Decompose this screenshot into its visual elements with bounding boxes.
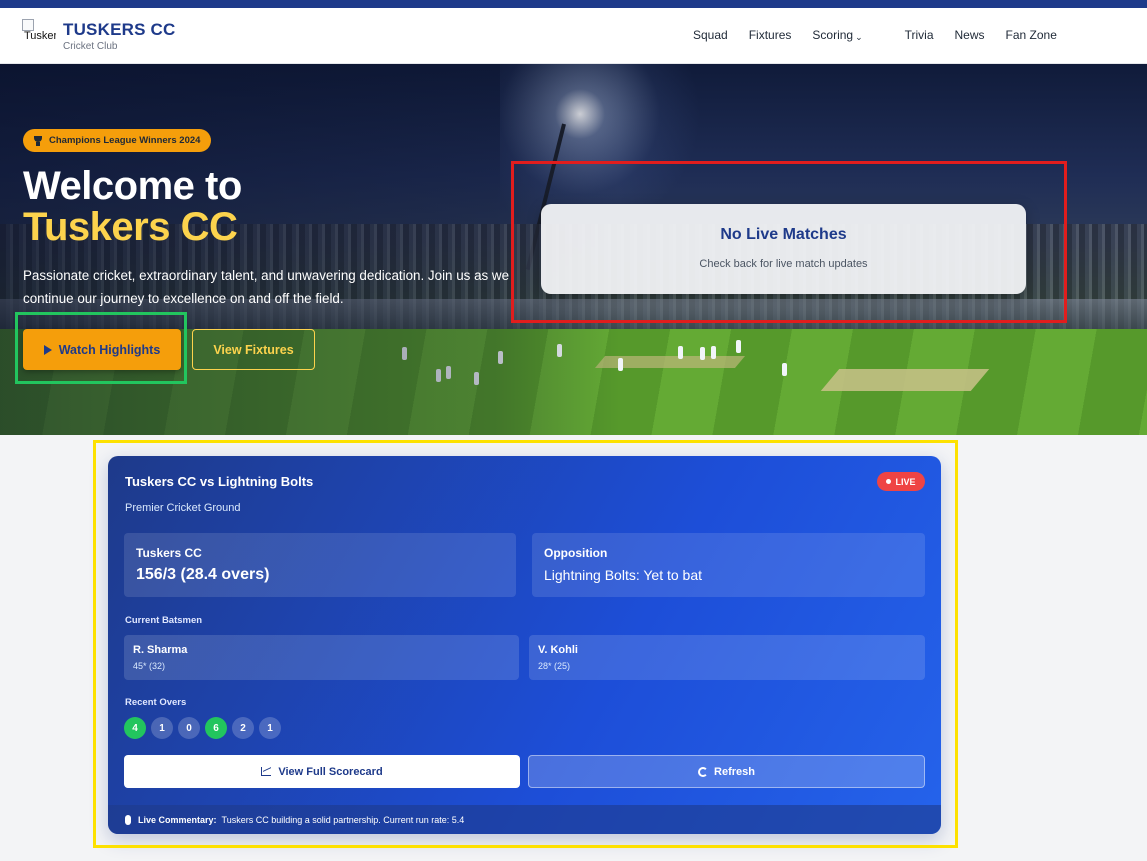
nav-link-squad[interactable]: Squad [693,28,728,42]
main-nav: Squad Fixtures Scoring ⌄ Trivia News Fan … [693,28,1078,42]
current-batsmen-label: Current Batsmen [125,615,203,626]
batsman-card: V. Kohli 28* (25) [529,635,925,680]
live-dot-icon [886,479,892,484]
fielder-figure [700,347,705,360]
batsman-name: V. Kohli [538,644,578,656]
top-accent-bar [0,0,1147,8]
live-status-badge: LIVE [877,472,925,491]
microphone-icon [125,814,131,825]
ball-result: 1 [151,717,173,739]
fielder-figure [711,346,716,359]
opposition-score-box: Opposition Lightning Bolts: Yet to bat [532,533,925,597]
site-header: Tuskers CC TUSKERS CC Cricket Club Squad… [0,8,1147,64]
fielder-figure [736,340,741,353]
ball-result: 6 [205,717,227,739]
brand-subtitle: Cricket Club [63,41,118,52]
fielder-figure [678,346,683,359]
nav-link-fixtures[interactable]: Fixtures [749,28,792,42]
cricket-pitch [820,369,990,391]
match-venue: Premier Cricket Ground [125,502,241,514]
no-live-matches-subtitle: Check back for live match updates [699,258,868,270]
batsman-stat: 45* (32) [133,661,166,671]
view-scorecard-label: View Full Scorecard [278,765,383,778]
refresh-button[interactable]: Refresh [528,755,925,788]
trophy-icon [33,135,43,146]
nav-link-trivia[interactable]: Trivia [905,28,934,42]
logo-alt-text: Tuskers CC [24,30,56,42]
achievement-badge-label: Champions League Winners 2024 [49,135,201,146]
commentary-text: Tuskers CC building a solid partnership.… [221,814,465,825]
view-scorecard-button[interactable]: View Full Scorecard [124,755,520,788]
ball-result: 0 [178,717,200,739]
hero-heading: Welcome to [23,164,242,208]
logo-image[interactable]: Tuskers CC [22,19,56,53]
brand-title[interactable]: TUSKERS CC [63,20,176,40]
recent-overs-label: Recent Overs [125,697,187,708]
live-match-card: Tuskers CC vs Lightning Bolts Premier Cr… [108,456,941,834]
live-status-label: LIVE [895,476,916,487]
no-live-matches-title: No Live Matches [720,226,847,243]
hero-description: Passionate cricket, extraordinary talent… [23,268,510,306]
recent-overs-list: 4 1 0 6 2 1 [124,717,281,739]
match-title: Tuskers CC vs Lightning Bolts [125,474,314,489]
batsman-figure [782,363,787,376]
no-live-matches-panel: No Live Matches Check back for live matc… [541,204,1026,294]
chevron-down-icon: ⌄ [855,32,863,42]
watch-highlights-button[interactable]: Watch Highlights [23,329,181,370]
commentary-label: Live Commentary: [138,814,217,825]
batsman-stat: 28* (25) [538,661,571,671]
opposition-status: Lightning Bolts: Yet to bat [544,567,703,583]
ball-result: 2 [232,717,254,739]
team-score-box: Tuskers CC 156/3 (28.4 overs) [124,533,516,597]
play-icon [43,344,52,355]
achievement-badge: Champions League Winners 2024 [23,129,212,152]
nav-link-fan-zone[interactable]: Fan Zone [1006,28,1057,42]
hero-heading-highlight: Tuskers CC [23,205,238,249]
view-fixtures-button[interactable]: View Fixtures [192,329,315,370]
batsman-name: R. Sharma [133,644,188,656]
batsman-card: R. Sharma 45* (32) [124,635,519,680]
ball-result: 1 [259,717,281,739]
ball-result: 4 [124,717,146,739]
live-commentary-bar: Live Commentary: Tuskers CC building a s… [108,805,941,834]
nav-link-scoring-label: Scoring [812,28,854,42]
nav-link-news[interactable]: News [955,28,985,42]
team-score: 156/3 (28.4 overs) [136,566,270,583]
watch-highlights-label: Watch Highlights [58,342,161,357]
opposition-label: Opposition [544,546,608,560]
line-chart-icon [261,767,272,776]
team-name: Tuskers CC [136,546,202,560]
refresh-icon [698,766,709,777]
nav-link-scoring[interactable]: Scoring ⌄ [812,28,883,42]
refresh-label: Refresh [714,765,755,778]
